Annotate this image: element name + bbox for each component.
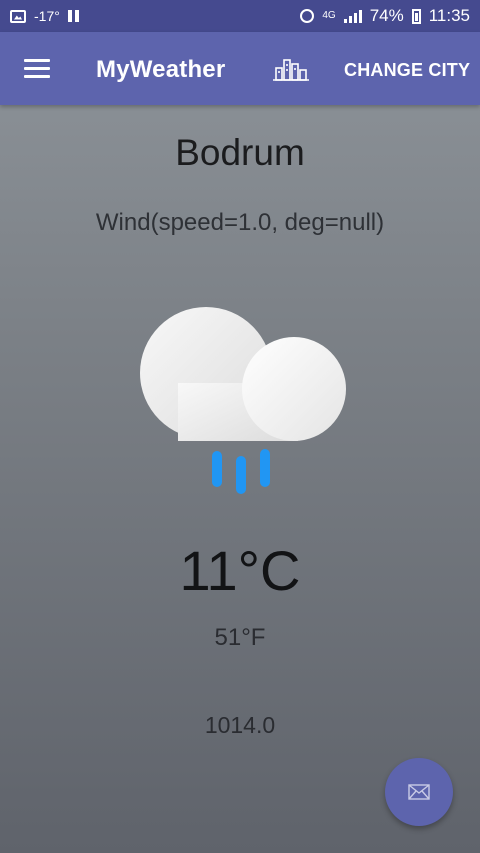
city-name: Bodrum	[175, 132, 305, 173]
menu-icon[interactable]	[24, 59, 50, 79]
mail-icon	[408, 784, 430, 800]
status-time: 11:35	[428, 6, 470, 25]
battery-percent: 74%	[369, 6, 404, 25]
temperature-celsius: 11°C	[179, 539, 301, 602]
network-type: 4G	[322, 10, 336, 21]
status-bar: -17° 4G 74% 11:35	[0, 0, 480, 32]
battery-icon	[411, 8, 421, 24]
change-city-button[interactable]: CHANGE CITY	[344, 60, 470, 81]
image-notification-icon	[10, 9, 26, 23]
pressure-value: 1014.0	[204, 712, 276, 738]
signal-icon	[343, 9, 362, 23]
alarm-icon	[300, 9, 315, 23]
city-chart-icon[interactable]	[272, 56, 310, 82]
status-bar-right: 4G 74% 11:35	[300, 6, 470, 26]
status-temperature: -17°	[34, 8, 60, 24]
app-bar: MyWeather CHANGE CITY	[0, 32, 480, 105]
wind-info: Wind(speed=1.0, deg=null)	[95, 209, 385, 236]
message-fab-button[interactable]	[385, 758, 453, 826]
temperature-fahrenheit: 51°F	[214, 624, 266, 651]
status-bar-left: -17°	[10, 8, 79, 24]
rain-cloud-icon	[140, 307, 346, 494]
app-title: MyWeather	[96, 56, 226, 83]
pause-icon	[67, 10, 79, 22]
